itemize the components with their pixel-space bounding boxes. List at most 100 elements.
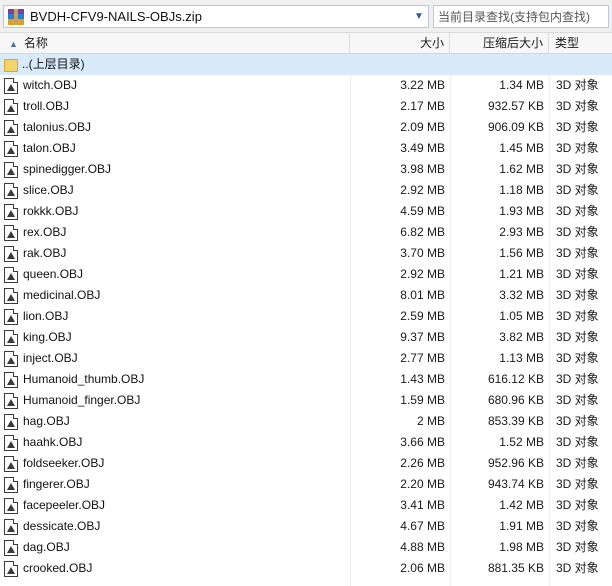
3d-object-file-icon <box>4 497 18 514</box>
file-type: 3D 对象 <box>556 498 599 512</box>
3d-object-file-icon <box>4 266 18 283</box>
file-row[interactable]: talonius.OBJ 2.09 MB 906.09 KB 3D 对象 <box>0 117 612 138</box>
file-size: 3.41 MB <box>400 498 445 512</box>
file-name: troll.OBJ <box>23 99 70 113</box>
file-packed-size: 906.09 KB <box>487 120 544 134</box>
3d-object-file-icon <box>4 413 18 430</box>
file-row[interactable]: witch.OBJ 3.22 MB 1.34 MB 3D 对象 <box>0 75 612 96</box>
sort-up-arrow-icon: ▲ <box>9 39 18 49</box>
file-size: 2.20 MB <box>400 477 445 491</box>
file-type: 3D 对象 <box>556 351 599 365</box>
file-row[interactable]: troll.OBJ 2.17 MB 932.57 KB 3D 对象 <box>0 96 612 117</box>
file-type: 3D 对象 <box>556 78 599 92</box>
file-packed-size: 3.32 MB <box>499 288 544 302</box>
column-type-header[interactable]: 类型 <box>549 33 612 54</box>
file-size: 2.26 MB <box>400 456 445 470</box>
file-row[interactable]: spinedigger.OBJ 3.98 MB 1.62 MB 3D 对象 <box>0 159 612 180</box>
file-row[interactable]: rex.OBJ 6.82 MB 2.93 MB 3D 对象 <box>0 222 612 243</box>
file-name-cell: rak.OBJ <box>4 243 348 264</box>
file-type: 3D 对象 <box>556 540 599 554</box>
file-row[interactable]: inject.OBJ 2.77 MB 1.13 MB 3D 对象 <box>0 348 612 369</box>
3d-object-file-icon <box>4 140 18 157</box>
column-name-header[interactable]: ▲ 名称 <box>0 33 350 54</box>
file-row[interactable]: dag.OBJ 4.88 MB 1.98 MB 3D 对象 <box>0 537 612 558</box>
file-packed-size: 3.82 MB <box>499 330 544 344</box>
file-row[interactable]: hag.OBJ 2 MB 853.39 KB 3D 对象 <box>0 411 612 432</box>
file-row[interactable]: dessicate.OBJ 4.67 MB 1.91 MB 3D 对象 <box>0 516 612 537</box>
file-packed-size: 616.12 KB <box>487 372 544 386</box>
search-box[interactable] <box>433 5 609 28</box>
column-size-header[interactable]: 大小 <box>350 33 450 54</box>
file-row[interactable]: facepeeler.OBJ 3.41 MB 1.42 MB 3D 对象 <box>0 495 612 516</box>
file-row[interactable]: king.OBJ 9.37 MB 3.82 MB 3D 对象 <box>0 327 612 348</box>
file-row[interactable]: rak.OBJ 3.70 MB 1.56 MB 3D 对象 <box>0 243 612 264</box>
column-packed-header[interactable]: 压缩后大小 <box>450 33 549 54</box>
file-packed-size: 1.21 MB <box>499 267 544 281</box>
file-row[interactable]: rokkk.OBJ 4.59 MB 1.93 MB 3D 对象 <box>0 201 612 222</box>
file-name: dag.OBJ <box>23 540 70 554</box>
file-row[interactable]: medicinal.OBJ 8.01 MB 3.32 MB 3D 对象 <box>0 285 612 306</box>
file-row[interactable]: queen.OBJ 2.92 MB 1.21 MB 3D 对象 <box>0 264 612 285</box>
3d-object-file-icon <box>4 476 18 493</box>
file-type: 3D 对象 <box>556 561 599 575</box>
column-size-label: 大小 <box>419 36 444 50</box>
file-row[interactable]: foldseeker.OBJ 2.26 MB 952.96 KB 3D 对象 <box>0 453 612 474</box>
file-row[interactable]: fingerer.OBJ 2.20 MB 943.74 KB 3D 对象 <box>0 474 612 495</box>
file-name-cell: spinedigger.OBJ <box>4 159 348 180</box>
file-row[interactable]: Humanoid_finger.OBJ 1.59 MB 680.96 KB 3D 对象 <box>0 390 612 411</box>
file-row[interactable]: crooked.OBJ 2.06 MB 881.35 KB 3D 对象 <box>0 558 612 579</box>
file-name: slice.OBJ <box>23 183 74 197</box>
file-size: 3.22 MB <box>400 78 445 92</box>
file-name: hag.OBJ <box>23 414 70 428</box>
3d-object-file-icon <box>4 560 18 577</box>
file-row[interactable]: lion.OBJ 2.59 MB 1.05 MB 3D 对象 <box>0 306 612 327</box>
file-type: 3D 对象 <box>556 414 599 428</box>
file-type: 3D 对象 <box>556 435 599 449</box>
file-packed-size: 1.52 MB <box>499 435 544 449</box>
file-name-cell: haahk.OBJ <box>4 432 348 453</box>
file-type: 3D 对象 <box>556 288 599 302</box>
file-name-cell: fingerer.OBJ <box>4 474 348 495</box>
file-name-cell: rex.OBJ <box>4 222 348 243</box>
3d-object-file-icon <box>4 371 18 388</box>
file-size: 3.70 MB <box>400 246 445 260</box>
file-packed-size: 1.42 MB <box>499 498 544 512</box>
archive-path-box[interactable]: BVDH-CFV9-NAILS-OBJs.zip ▼ <box>3 5 429 28</box>
file-name-cell: inject.OBJ <box>4 348 348 369</box>
file-type: 3D 对象 <box>556 372 599 386</box>
file-size: 3.66 MB <box>400 435 445 449</box>
file-row[interactable]: slice.OBJ 2.92 MB 1.18 MB 3D 对象 <box>0 180 612 201</box>
file-name: medicinal.OBJ <box>23 288 101 302</box>
file-row[interactable]: Humanoid_thumb.OBJ 1.43 MB 616.12 KB 3D 对象 <box>0 369 612 390</box>
file-size: 3.49 MB <box>400 141 445 155</box>
file-size: 1.43 MB <box>400 372 445 386</box>
file-name-cell: witch.OBJ <box>4 75 348 96</box>
file-type: 3D 对象 <box>556 246 599 260</box>
file-name-cell: Humanoid_finger.OBJ <box>4 390 348 411</box>
file-name: talonius.OBJ <box>23 120 92 134</box>
chevron-down-icon[interactable]: ▼ <box>410 11 428 22</box>
file-type: 3D 对象 <box>556 183 599 197</box>
3d-object-file-icon <box>4 350 18 367</box>
file-name: witch.OBJ <box>23 78 78 92</box>
parent-directory-row[interactable]: ..(上层目录) <box>0 54 612 75</box>
column-packed-label: 压缩后大小 <box>482 36 543 50</box>
file-name: king.OBJ <box>23 330 72 344</box>
file-name-cell: talon.OBJ <box>4 138 348 159</box>
file-size: 2.92 MB <box>400 183 445 197</box>
file-row[interactable]: haahk.OBJ 3.66 MB 1.52 MB 3D 对象 <box>0 432 612 453</box>
file-type: 3D 对象 <box>556 99 599 113</box>
file-name-cell: rokkk.OBJ <box>4 201 348 222</box>
file-type: 3D 对象 <box>556 330 599 344</box>
3d-object-file-icon <box>4 245 18 262</box>
file-size: 8.01 MB <box>400 288 445 302</box>
file-row[interactable]: talon.OBJ 3.49 MB 1.45 MB 3D 对象 <box>0 138 612 159</box>
file-name-cell: crooked.OBJ <box>4 558 348 579</box>
file-size: 2.77 MB <box>400 351 445 365</box>
search-input[interactable] <box>438 9 608 24</box>
3d-object-file-icon <box>4 518 18 535</box>
parent-directory-label: ..(上层目录) <box>22 57 85 71</box>
file-size: 2 MB <box>416 414 445 428</box>
file-name-cell: Humanoid_thumb.OBJ <box>4 369 348 390</box>
file-name-cell: dag.OBJ <box>4 537 348 558</box>
